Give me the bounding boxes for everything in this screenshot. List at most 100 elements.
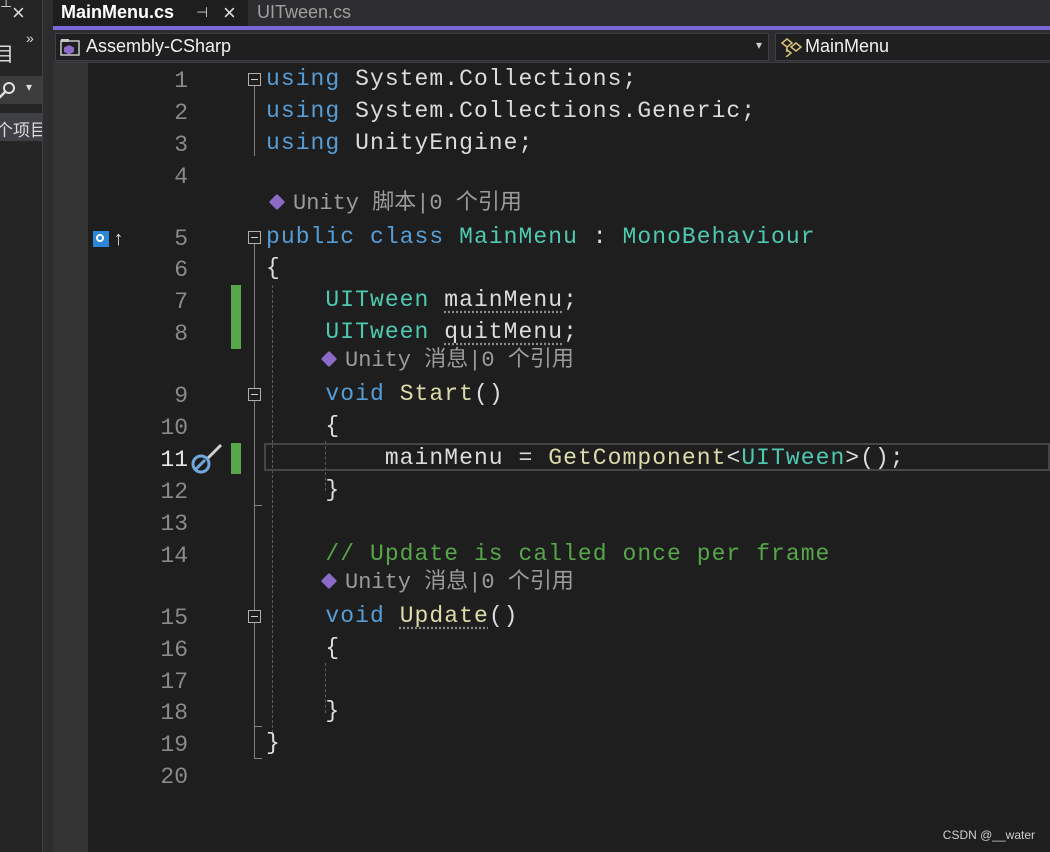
line-number: 4 [174,164,188,190]
keyword: void [325,381,385,407]
close-tab-icon[interactable]: × [223,0,236,26]
tab-uitween-cs[interactable]: UITween.cs [249,0,417,26]
code-line-16[interactable]: { [266,634,340,662]
panel-toolbar-icon[interactable]: 目 [0,38,14,67]
unity-cube-icon [320,350,338,368]
project-name: Assembly-CSharp [86,36,232,56]
field-name: mainMenu [384,445,504,471]
panel-pin-icon[interactable]: ⊥ [0,0,12,11]
code-text: { [266,255,281,281]
keyword: public [266,224,356,250]
codelens-text: Unity 消息|0 个引用 [345,570,574,595]
code-text: } [266,730,281,756]
codelens-start[interactable]: Unity 消息|0 个引用 [320,347,574,375]
line-number: 8 [174,321,188,347]
line-number: 18 [160,700,188,726]
collapse-toggle[interactable] [248,388,261,401]
panel-tree-item[interactable]: 个项目 [0,113,42,141]
chevron-down-icon[interactable]: ▾ [756,38,762,52]
code-text: System.Collections; [355,66,638,92]
keyword: using [266,66,341,92]
line-number: 2 [174,100,188,126]
code-line-14[interactable]: // Update is called once per frame [266,540,830,568]
code-line-7[interactable]: UITween mainMenu; [266,286,578,314]
line-number: 19 [160,732,188,758]
up-arrow-icon: ↑ [113,228,124,250]
line-number: 17 [160,669,188,695]
panel-search-box[interactable]: ▾ [0,76,42,104]
code-line-10[interactable]: { [266,412,340,440]
keyword: using [266,98,341,124]
unity-cube-icon [268,193,286,211]
navigation-bar: Assembly-CSharp ▾ MainMenu [53,30,1050,63]
type-name: UITween [741,445,846,471]
splitter[interactable] [43,0,53,852]
project-dropdown[interactable]: Assembly-CSharp ▾ [55,33,769,61]
code-line-15[interactable]: void Update() [266,602,519,630]
code-line-6[interactable]: { [266,254,281,282]
code-line-18[interactable]: } [266,697,340,725]
pin-icon[interactable]: ⊣ [196,4,208,21]
code-line-2[interactable]: using System.Collections.Generic; [266,97,756,125]
field-name: mainMenu [444,287,564,313]
codelens-class[interactable]: Unity 脚本|0 个引用 [268,190,522,218]
class-name: MainMenu [459,224,578,250]
code-text: { [325,413,341,439]
outline-line [254,244,255,758]
code-line-12[interactable]: } [266,476,340,504]
line-number: 15 [160,605,188,631]
code-text: = [518,445,534,471]
tab-mainmenu-cs[interactable]: MainMenu.cs ⊣ × [53,0,248,26]
keyword: using [266,130,341,156]
code-line-5[interactable]: public class MainMenu : MonoBehaviour [266,223,816,251]
line-number: 1 [174,68,188,94]
codelens-text: Unity 脚本|0 个引用 [293,191,522,216]
line-number: 12 [160,479,188,505]
code-line-3[interactable]: using UnityEngine; [266,129,533,157]
quick-actions-icon[interactable] [190,443,224,475]
code-text: < [726,445,742,471]
tab-label: MainMenu.cs [61,2,175,22]
search-icon [0,82,15,99]
code-text: } [325,477,341,503]
keyword: class [369,224,445,250]
code-text: UnityEngine; [355,130,534,156]
code-line-19[interactable]: } [266,729,281,757]
code-text: ; [563,319,578,345]
collapse-toggle[interactable] [248,610,261,623]
watermark: CSDN @__water [942,828,1035,842]
code-line-1[interactable]: using System.Collections; [266,65,637,93]
tab-label: UITween.cs [257,2,352,22]
outline-line [254,86,255,156]
codelens-update[interactable]: Unity 消息|0 个引用 [320,569,574,597]
keyword: void [325,603,385,629]
type-name: MainMenu [805,36,890,56]
search-dropdown-icon[interactable]: ▾ [26,80,32,94]
line-number: 10 [160,415,188,441]
solution-explorer-panel: ⊥ × 目 » ▾ 个项目 [0,0,43,852]
code-text: } [325,698,341,724]
class-icon [780,38,803,57]
base-class: MonoBehaviour [622,224,816,250]
code-line-8[interactable]: UITween quitMenu; [266,318,578,346]
field-name: quitMenu [444,319,564,345]
code-text: > [845,445,861,471]
collapse-toggle[interactable] [248,231,261,244]
type-dropdown[interactable]: MainMenu [775,33,1050,61]
line-number: 7 [174,289,188,315]
code-line-9[interactable]: void Start() [266,380,504,408]
change-marker [231,443,241,474]
change-marker [231,285,241,349]
collapse-toggle[interactable] [248,73,261,86]
current-line-number: 11 [160,447,188,473]
code-text: (); [860,445,905,471]
method-name: GetComponent [548,445,727,471]
code-text: System.Collections.Generic; [355,98,757,124]
code-line-11[interactable]: mainMenu = GetComponent<UITween>(); [266,444,905,472]
codelens-text: Unity 消息|0 个引用 [345,348,574,373]
implementation-glyph[interactable]: ↑ [93,228,124,253]
panel-close-button[interactable]: × [12,0,25,26]
code-editor[interactable]: ↑ 1 2 3 4 5 6 7 8 9 10 11 12 13 14 15 16… [53,63,1050,852]
panel-expand-icon[interactable]: » [26,30,34,46]
override-icon [93,231,109,247]
